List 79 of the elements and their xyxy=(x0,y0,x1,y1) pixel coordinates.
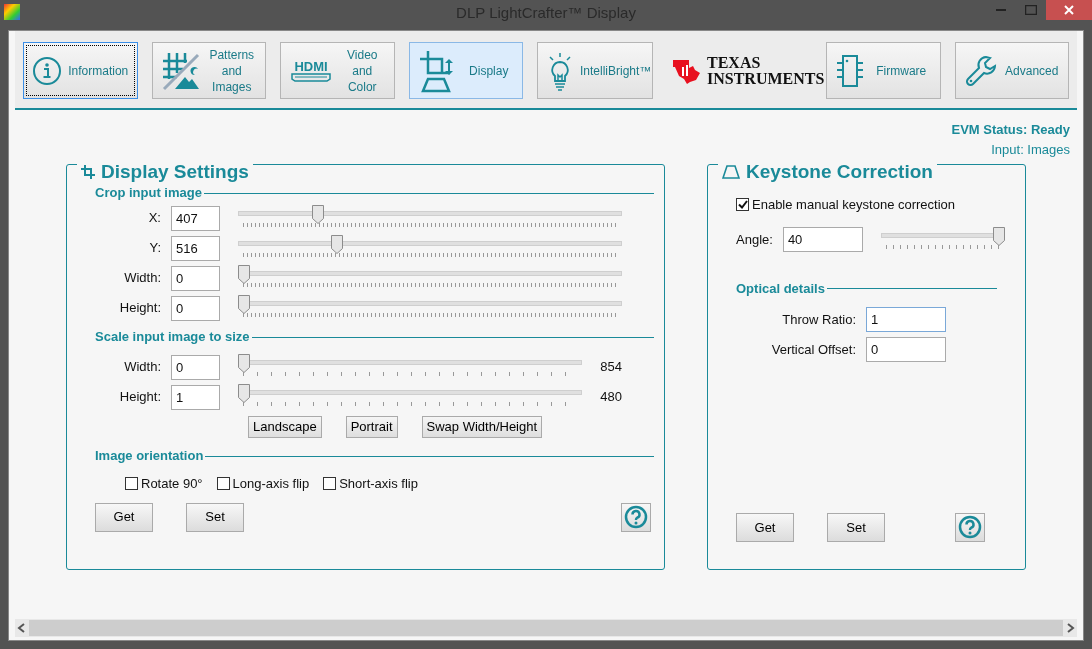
close-button[interactable] xyxy=(1046,0,1092,20)
help-icon xyxy=(958,515,982,540)
section-title: Image orientation xyxy=(95,447,204,466)
company-name: TEXAS INSTRUMENTS xyxy=(707,54,825,87)
connector-drawing xyxy=(291,72,331,82)
field-label: Y: xyxy=(148,239,162,258)
light-bulb-icon xyxy=(546,50,574,91)
slider-thumb[interactable] xyxy=(238,295,250,314)
toolbar-button[interactable]: Patterns and Images xyxy=(151,42,266,99)
check-icon xyxy=(737,200,748,210)
field-label: Height: xyxy=(118,388,162,407)
horizontal-scrollbar[interactable] xyxy=(15,619,1077,637)
slider-thumb[interactable] xyxy=(312,205,325,224)
app-icon xyxy=(4,4,20,20)
input-field[interactable]: 1 xyxy=(866,307,946,333)
field-label: Height: xyxy=(118,299,162,318)
max-value: 854 xyxy=(599,358,622,377)
grid-mountain-icon xyxy=(160,50,201,91)
orientation-button[interactable]: Swap Width/Height xyxy=(421,416,543,438)
panel-title: Keystone Correction xyxy=(746,160,933,184)
wrench-icon xyxy=(963,53,998,88)
slider-thumb[interactable] xyxy=(992,226,1005,246)
slider-thumb[interactable] xyxy=(238,384,250,403)
checkbox-label[interactable]: Rotate 90° xyxy=(141,474,203,494)
checkbox[interactable] xyxy=(736,198,749,212)
minimize-icon xyxy=(996,9,1006,11)
input-field[interactable]: 0 xyxy=(171,265,220,291)
toolbar-button[interactable]: Advanced xyxy=(954,42,1069,99)
input-field[interactable]: 0 xyxy=(171,295,220,321)
slider-thumb[interactable] xyxy=(238,265,250,284)
checkbox[interactable] xyxy=(323,477,337,491)
help-button[interactable] xyxy=(955,512,985,542)
field-label: Angle: xyxy=(736,231,773,249)
field-label: Width: xyxy=(123,358,162,377)
info-icon xyxy=(32,55,62,86)
max-value: 480 xyxy=(599,388,622,407)
section-title: Optical details xyxy=(736,280,825,298)
input-field[interactable]: 407 xyxy=(171,205,220,231)
toolbar-button[interactable]: Display xyxy=(408,42,523,99)
field-label: Throw Ratio: xyxy=(781,311,857,329)
get-button[interactable]: Get xyxy=(736,512,794,542)
close-icon xyxy=(1064,5,1074,15)
input-text: Input: Images xyxy=(990,141,1070,159)
crop-icon xyxy=(81,165,95,179)
section-title: Crop input image xyxy=(95,184,202,203)
get-button[interactable]: Get xyxy=(95,502,153,532)
orientation-button[interactable]: Portrait xyxy=(345,416,398,438)
panel-title: Display Settings xyxy=(101,160,249,184)
orientation-button[interactable]: Landscape xyxy=(248,416,322,438)
checkbox[interactable] xyxy=(125,477,138,491)
set-button[interactable]: Set xyxy=(827,512,885,542)
slider-thumb[interactable] xyxy=(331,235,343,254)
toolbar-button[interactable]: HDMI Video and Color xyxy=(280,42,395,99)
checkbox[interactable] xyxy=(216,477,230,491)
toolbar-button[interactable]: IntelliBright™ xyxy=(537,42,653,99)
status-text: EVM Status: Ready xyxy=(950,121,1070,139)
toolbar-button[interactable]: Firmware xyxy=(826,42,941,99)
slider-thumb[interactable] xyxy=(238,354,250,373)
input-field[interactable]: 516 xyxy=(171,235,220,261)
field-label: Vertical Offset: xyxy=(770,341,857,359)
field-label: Width: xyxy=(123,269,162,288)
chip-icon xyxy=(835,52,865,89)
checkbox-label[interactable]: Short-axis flip xyxy=(339,474,418,494)
checkbox-label[interactable]: Enable manual keystone correction xyxy=(752,195,956,215)
field-label: X: xyxy=(147,209,162,228)
set-button[interactable]: Set xyxy=(186,502,244,532)
company-logo-icon xyxy=(671,57,701,84)
checkbox-label[interactable]: Long-axis flip xyxy=(232,474,310,494)
help-icon xyxy=(624,505,648,529)
input-field[interactable]: 0 xyxy=(866,337,946,363)
help-button[interactable] xyxy=(621,502,651,532)
maximize-icon xyxy=(1025,5,1037,15)
input-field[interactable]: 40 xyxy=(782,227,863,253)
toolbar-button[interactable]: Information xyxy=(23,42,138,99)
section-title: Scale input image to size xyxy=(95,328,250,347)
hdmi-icon: HDMI xyxy=(289,59,333,82)
input-field[interactable]: 0 xyxy=(171,354,220,380)
trapezoid-icon xyxy=(722,165,740,179)
input-field[interactable]: 1 xyxy=(171,384,220,410)
